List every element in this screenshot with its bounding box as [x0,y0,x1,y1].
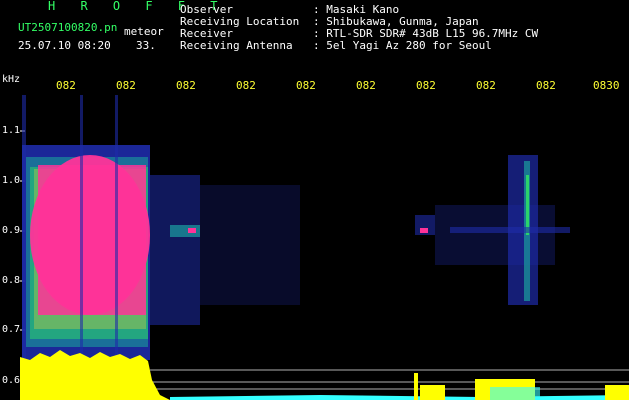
file-name: UT2507100820.pn [18,21,118,34]
x-tick-label: 082 [536,79,556,92]
meteor-echo [22,95,150,365]
aux-value: 33. [136,39,156,52]
y-tick-label: 0.9 [2,225,21,236]
timestamp: 25.07.10 08:20 [18,39,111,52]
faint-signals [150,155,570,325]
x-tick-label: 082 [176,79,196,92]
x-tick-label: 082 [476,79,496,92]
info-label-antenna: Receiving Antenna [180,39,293,52]
x-tick-label: 082 [56,79,76,92]
y-tick-label: 0.6 [2,375,21,386]
x-tick-label: 082 [116,79,136,92]
meteor-tag: meteor [124,25,164,38]
x-tick-label: 0830 [593,79,620,92]
spectrogram [20,95,629,400]
hrofft-screen: H R O F F T UT2507100820.pn meteor 25.07… [0,0,629,400]
y-tick-label: 0.8 [2,275,21,286]
y-tick-label: 1.0 [2,175,21,186]
x-tick-label: 082 [296,79,316,92]
y-tick-label: 0.7 [2,324,21,335]
x-tick-label: 082 [356,79,376,92]
y-axis-unit: kHz [2,74,21,85]
x-tick-label: 082 [416,79,436,92]
reference-lines [150,369,629,390]
amplitude-trace [20,350,629,400]
y-tick-label: 1.1 [2,125,21,136]
info-value-antenna: : 5el Yagi Az 280 for Seoul [313,39,492,52]
x-tick-label: 082 [236,79,256,92]
